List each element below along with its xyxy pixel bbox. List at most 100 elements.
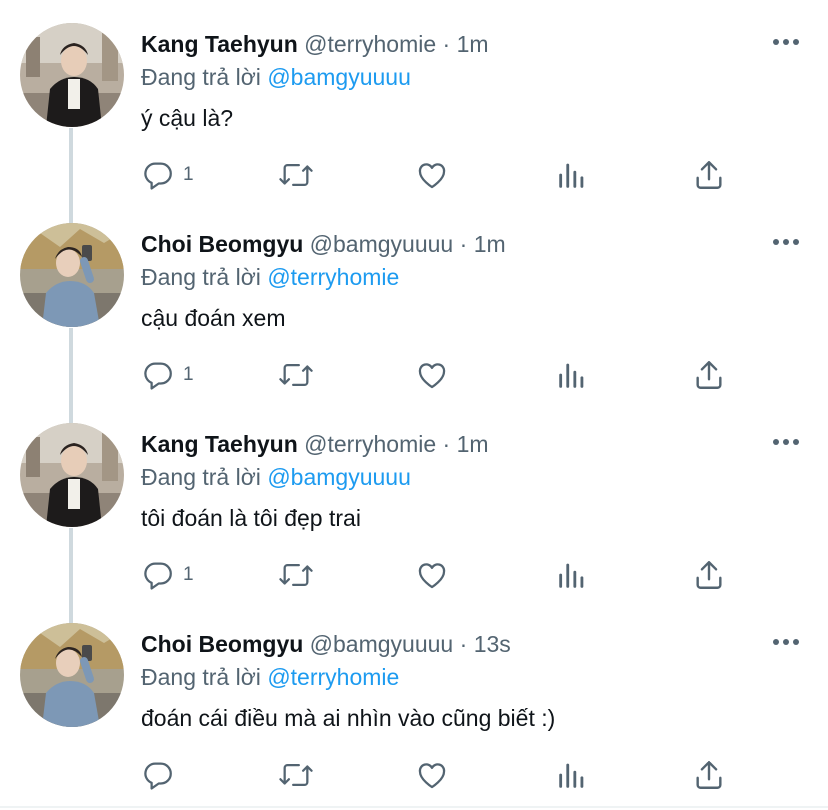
- reply-button[interactable]: 1: [141, 358, 194, 392]
- replying-to-label: Đang trả lời: [141, 464, 261, 490]
- retweet-icon: [279, 563, 313, 587]
- timestamp[interactable]: 1m: [457, 31, 489, 57]
- analytics-button[interactable]: [555, 558, 589, 592]
- reply-icon: [144, 562, 172, 590]
- display-name[interactable]: Choi Beomgyu: [141, 231, 303, 257]
- timestamp[interactable]: 1m: [474, 231, 506, 257]
- retweet-button[interactable]: [277, 558, 315, 592]
- display-name[interactable]: Choi Beomgyu: [141, 631, 303, 657]
- tweet-header: Choi Beomgyu @bamgyuuuu · 13s: [141, 630, 511, 658]
- mention-link[interactable]: @terryhomie: [267, 264, 399, 290]
- avatar[interactable]: [20, 23, 124, 127]
- avatar-taehyun: [20, 423, 124, 527]
- separator-dot: ·: [459, 631, 468, 657]
- mention-link[interactable]: @bamgyuuuu: [267, 64, 411, 90]
- heart-icon: [418, 363, 446, 389]
- analytics-button[interactable]: [555, 358, 589, 392]
- share-icon: [696, 761, 722, 789]
- avatar[interactable]: [20, 223, 124, 327]
- more-options-button[interactable]: [770, 430, 802, 454]
- reply-thread: Kang Taehyun @terryhomie · 1m Đang trả l…: [0, 0, 828, 810]
- separator-dot: ·: [442, 31, 451, 57]
- retweet-icon: [279, 163, 313, 187]
- divider: [0, 806, 828, 808]
- analytics-icon: [559, 363, 584, 388]
- replying-to: Đang trả lời @bamgyuuuu: [141, 463, 411, 491]
- tweet-header: Kang Taehyun @terryhomie · 1m: [141, 30, 489, 58]
- avatar[interactable]: [20, 623, 124, 727]
- reply-icon: [144, 762, 172, 790]
- reply-count: 1: [183, 364, 194, 385]
- tweet[interactable]: Kang Taehyun @terryhomie · 1m Đang trả l…: [0, 0, 828, 200]
- tweet-header: Choi Beomgyu @bamgyuuuu · 1m: [141, 230, 506, 258]
- user-handle[interactable]: @terryhomie: [304, 31, 436, 57]
- share-icon: [696, 161, 722, 189]
- display-name[interactable]: Kang Taehyun: [141, 431, 298, 457]
- more-icon: [773, 639, 799, 645]
- analytics-icon: [559, 563, 584, 588]
- more-icon: [773, 439, 799, 445]
- timestamp[interactable]: 13s: [474, 631, 511, 657]
- retweet-button[interactable]: [277, 758, 315, 792]
- more-options-button[interactable]: [770, 230, 802, 254]
- replying-to: Đang trả lời @bamgyuuuu: [141, 63, 411, 91]
- mention-link[interactable]: @terryhomie: [267, 664, 399, 690]
- more-options-button[interactable]: [770, 630, 802, 654]
- heart-icon: [418, 763, 446, 789]
- replying-to-label: Đang trả lời: [141, 264, 261, 290]
- replying-to-label: Đang trả lời: [141, 664, 261, 690]
- reply-icon: [144, 362, 172, 390]
- separator-dot: ·: [459, 231, 468, 257]
- separator-dot: ·: [442, 431, 451, 457]
- share-button[interactable]: [692, 758, 726, 792]
- like-button[interactable]: [415, 758, 449, 792]
- user-handle[interactable]: @bamgyuuuu: [310, 631, 454, 657]
- avatar-taehyun: [20, 23, 124, 127]
- tweet[interactable]: Choi Beomgyu @bamgyuuuu · 13s Đang trả l…: [0, 600, 828, 800]
- reply-count: 1: [183, 564, 194, 585]
- replying-to: Đang trả lời @terryhomie: [141, 663, 399, 691]
- reply-button[interactable]: [141, 758, 183, 792]
- share-button[interactable]: [692, 158, 726, 192]
- heart-icon: [418, 163, 446, 189]
- more-icon: [773, 39, 799, 45]
- reply-icon: [144, 162, 172, 190]
- share-icon: [696, 561, 722, 589]
- reply-button[interactable]: 1: [141, 558, 194, 592]
- more-options-button[interactable]: [770, 30, 802, 54]
- display-name[interactable]: Kang Taehyun: [141, 31, 298, 57]
- tweet-text: ý cậu là?: [141, 105, 234, 131]
- tweet-text: cậu đoán xem: [141, 305, 286, 331]
- mention-link[interactable]: @bamgyuuuu: [267, 464, 411, 490]
- reply-button[interactable]: 1: [141, 158, 194, 192]
- retweet-icon: [279, 763, 313, 787]
- avatar[interactable]: [20, 423, 124, 527]
- share-button[interactable]: [692, 558, 726, 592]
- tweet-header: Kang Taehyun @terryhomie · 1m: [141, 430, 489, 458]
- like-button[interactable]: [415, 558, 449, 592]
- tweet-actions: 1: [141, 558, 741, 592]
- retweet-button[interactable]: [277, 158, 315, 192]
- timestamp[interactable]: 1m: [457, 431, 489, 457]
- analytics-button[interactable]: [555, 158, 589, 192]
- user-handle[interactable]: @bamgyuuuu: [310, 231, 454, 257]
- analytics-button[interactable]: [555, 758, 589, 792]
- like-button[interactable]: [415, 358, 449, 392]
- replying-to: Đang trả lời @terryhomie: [141, 263, 399, 291]
- tweet-actions: 1: [141, 358, 741, 392]
- tweet[interactable]: Kang Taehyun @terryhomie · 1m Đang trả l…: [0, 400, 828, 600]
- retweet-icon: [279, 363, 313, 387]
- heart-icon: [418, 563, 446, 589]
- user-handle[interactable]: @terryhomie: [304, 431, 436, 457]
- avatar-beomgyu: [20, 623, 124, 727]
- reply-count: 1: [183, 164, 194, 185]
- analytics-icon: [559, 163, 584, 188]
- tweet[interactable]: Choi Beomgyu @bamgyuuuu · 1m Đang trả lờ…: [0, 200, 828, 400]
- like-button[interactable]: [415, 158, 449, 192]
- more-icon: [773, 239, 799, 245]
- share-button[interactable]: [692, 358, 726, 392]
- avatar-beomgyu: [20, 223, 124, 327]
- tweet-actions: [141, 758, 741, 792]
- retweet-button[interactable]: [277, 358, 315, 392]
- share-icon: [696, 361, 722, 389]
